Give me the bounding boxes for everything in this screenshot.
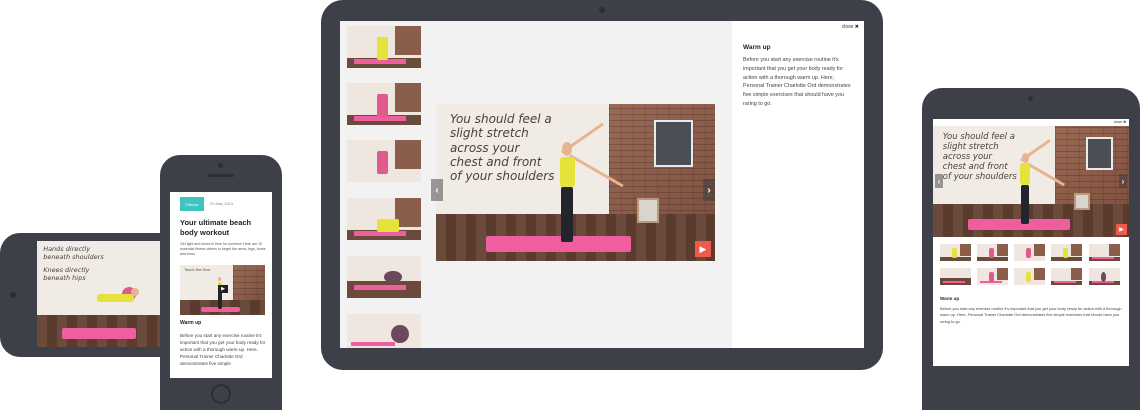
- video-caption: You should feel a slight stretch across …: [942, 131, 1017, 183]
- thumbnail[interactable]: [1051, 244, 1082, 261]
- next-arrow-icon[interactable]: ›: [703, 179, 715, 201]
- thumbnail[interactable]: [347, 140, 421, 182]
- thumbnail[interactable]: [347, 26, 421, 68]
- landscape-phone: Hands directly beneath shoulders Knees d…: [0, 233, 182, 357]
- right-tablet: close ✖ You should feel a slight stretch…: [922, 88, 1140, 410]
- thumbnail[interactable]: [940, 268, 971, 285]
- play-icon[interactable]: ▶: [1116, 224, 1127, 235]
- close-button[interactable]: close ✖: [842, 24, 859, 30]
- section-title: Warm up: [180, 320, 202, 326]
- thumbnail[interactable]: [1089, 244, 1120, 261]
- panel-title: Warm up: [743, 44, 771, 51]
- video-caption: Touch the floor: [184, 267, 211, 272]
- thumbnail[interactable]: [1051, 268, 1082, 285]
- main-video[interactable]: You should feel a slight stretch across …: [933, 126, 1129, 237]
- portrait-phone-screen: Fitness 20 May 2014 Your ultimate beach …: [170, 192, 272, 378]
- thumbnail[interactable]: [1014, 244, 1045, 261]
- category-badge[interactable]: Fitness: [180, 197, 204, 211]
- camera-dot: [218, 163, 223, 168]
- panel-title: Warm up: [940, 296, 960, 301]
- thumbnail-grid: [933, 243, 1129, 293]
- thumbnail[interactable]: [347, 198, 421, 240]
- thumbnail[interactable]: [347, 314, 421, 348]
- thumbnail[interactable]: [940, 244, 971, 261]
- thumbnail[interactable]: [1089, 268, 1120, 285]
- thumbnail[interactable]: [977, 244, 1008, 261]
- thumbnail[interactable]: [347, 256, 421, 298]
- thumbnail[interactable]: [347, 83, 421, 125]
- section-body: Before you start any exercise routine it…: [180, 333, 266, 367]
- thumbnail-rail: [340, 21, 426, 348]
- right-tablet-screen: close ✖ You should feel a slight stretch…: [933, 119, 1129, 366]
- video-caption: You should feel a slight stretch across …: [449, 111, 555, 184]
- video-caption: Hands directly beneath shoulders Knees d…: [43, 245, 104, 282]
- close-button[interactable]: close ✖: [1114, 120, 1126, 124]
- play-icon[interactable]: ▶: [218, 285, 228, 293]
- post-date: 20 May 2014: [210, 201, 234, 206]
- speaker-slot: [208, 174, 234, 177]
- prev-arrow-icon[interactable]: ‹: [935, 174, 943, 188]
- panel-body: Before you start any exercise routine it…: [743, 57, 851, 107]
- camera-dot: [599, 7, 605, 13]
- panel-body: Before you start any exercise routine it…: [940, 306, 1122, 324]
- camera-dot: [10, 292, 16, 298]
- article-video[interactable]: Touch the floor ▶: [180, 265, 265, 315]
- home-button[interactable]: [211, 384, 231, 404]
- landscape-phone-screen: Hands directly beneath shoulders Knees d…: [37, 241, 161, 347]
- next-arrow-icon[interactable]: ›: [1119, 174, 1127, 188]
- info-panel: close ✖ Warm up Before you start any exe…: [732, 21, 864, 348]
- portrait-phone: Fitness 20 May 2014 Your ultimate beach …: [160, 155, 282, 410]
- tablet-screen: You should feel a slight stretch across …: [340, 21, 864, 348]
- article-intro: Get light and toned in time for summer! …: [180, 242, 266, 257]
- camera-dot: [1028, 96, 1033, 101]
- prev-arrow-icon[interactable]: ‹: [431, 179, 443, 201]
- center-tablet: You should feel a slight stretch across …: [321, 0, 883, 370]
- play-icon[interactable]: ▶: [695, 241, 711, 257]
- article-title: Your ultimate beach body workout: [180, 218, 252, 237]
- thumbnail[interactable]: [977, 268, 1008, 285]
- main-video[interactable]: You should feel a slight stretch across …: [436, 104, 715, 261]
- thumbnail[interactable]: [1014, 268, 1045, 285]
